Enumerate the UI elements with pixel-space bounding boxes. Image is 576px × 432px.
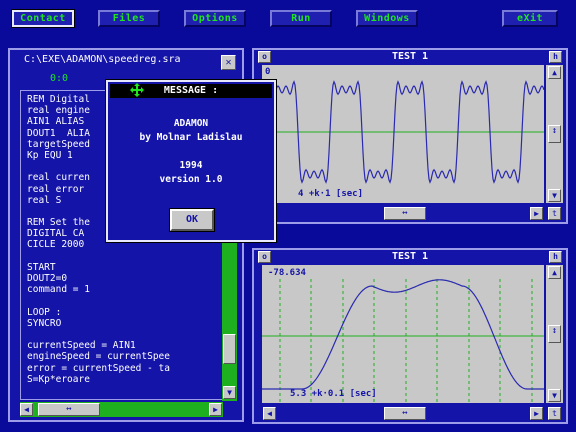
plot-top-canvas[interactable]: 0 4 +k·1 [sec]: [262, 65, 544, 203]
dialog-version: version 1.0: [159, 174, 223, 185]
plot-bottom-t-button[interactable]: t: [548, 407, 561, 420]
move-arrows-icon[interactable]: [130, 83, 144, 97]
dialog-app-name: ADAMON: [173, 118, 209, 129]
menu-options-button[interactable]: Options: [184, 10, 246, 27]
code-line: SYNCRO: [27, 317, 62, 329]
menu-windows-button[interactable]: Windows: [356, 10, 418, 27]
plot-bottom-canvas[interactable]: -78.634 5.3 +k·0.1 [sec]: [262, 265, 544, 403]
scroll-right-icon[interactable]: ▶: [530, 207, 543, 220]
plot-bottom-vertical-thumb[interactable]: ↕: [548, 325, 561, 343]
scroll-up-icon[interactable]: ▲: [548, 266, 561, 279]
code-line: S=Kp*eroare: [27, 373, 90, 385]
close-icon[interactable]: ✕: [221, 55, 236, 70]
code-line: LOOP :: [27, 306, 62, 318]
plot-top-menu-button[interactable]: o: [258, 51, 271, 63]
plot-bottom-trace: [262, 279, 544, 390]
plot-top-t-button[interactable]: t: [548, 207, 561, 220]
plot-top-graph: [262, 80, 544, 184]
scroll-down-icon[interactable]: ▼: [548, 189, 561, 202]
code-line: DOUT2=0: [27, 273, 68, 284]
plot-top-horizontal-thumb[interactable]: ↔: [384, 207, 426, 220]
plot-bottom-vertical-scrollbar[interactable]: ▲ ↕ ▼: [546, 265, 563, 403]
code-line: command = 1: [27, 284, 90, 296]
menu-exit-button[interactable]: eXit: [502, 10, 558, 27]
plot-bottom-readout: -78.634: [268, 268, 306, 278]
plot-bottom-menu-button[interactable]: o: [258, 251, 271, 263]
editor-horizontal-scrollbar[interactable]: ◀ ↔ ▶: [20, 402, 223, 417]
code-line: error = currentSpeed - ta: [27, 362, 170, 374]
plot-bottom-horizontal-thumb[interactable]: ↔: [384, 407, 426, 420]
plot-top-horizontal-scrollbar[interactable]: ◀ ↔ ▶: [262, 206, 544, 221]
scroll-down-icon[interactable]: ▼: [548, 389, 561, 402]
dialog-year: 1994: [179, 160, 203, 171]
menu-files-button[interactable]: Files: [98, 10, 160, 27]
scroll-right-icon[interactable]: ▶: [530, 407, 543, 420]
scroll-left-icon[interactable]: ◀: [263, 407, 276, 420]
plot-top-axis-caption: 4 +k·1 [sec]: [298, 189, 364, 199]
editor-vertical-thumb[interactable]: [223, 334, 236, 364]
plot-top-help-button[interactable]: h: [549, 51, 562, 63]
scroll-down-icon[interactable]: ▼: [223, 386, 236, 399]
ok-button[interactable]: OK: [169, 208, 215, 232]
plot-bottom-horizontal-scrollbar[interactable]: ◀ ↔ ▶: [262, 406, 544, 421]
scroll-right-icon[interactable]: ▶: [209, 403, 222, 416]
plot-bottom-graph: [262, 279, 544, 403]
code-line: engineSpeed = currentSpee: [27, 351, 170, 363]
plot-top-vertical-thumb[interactable]: ↕: [548, 125, 561, 143]
menu-run-button[interactable]: Run: [270, 10, 332, 27]
menu-contact-button[interactable]: Contact: [11, 9, 75, 28]
editor-title: C:\EXE\ADAMON\speedreg.sra: [24, 54, 181, 65]
message-dialog: MESSAGE : ADAMON by Molnar Ladislau 1994…: [105, 79, 277, 243]
cursor-position: 0:0: [50, 73, 69, 84]
plot-bottom-help-button[interactable]: h: [549, 251, 562, 263]
dialog-author: by Molnar Ladislau: [139, 132, 243, 143]
code-line: currentSpeed = AIN1: [27, 340, 136, 352]
plot-bottom-title: TEST 1: [391, 251, 429, 262]
plot-window-bottom: TEST 1 o h -78.634 5.3 +k·0.1 [sec] ▲ ↕ …: [252, 248, 568, 424]
plot-top-vertical-scrollbar[interactable]: ▲ ↕ ▼: [546, 65, 563, 203]
menu-bar: Contact Files Options Run Windows eXit: [0, 0, 576, 38]
plot-window-top: TEST 1 o h 0 4 +k·1 [sec] ▲ ↕ ▼ ◀ ↔ ▶ t: [252, 48, 568, 224]
plot-bottom-axis-caption: 5.3 +k·0.1 [sec]: [290, 389, 377, 399]
scroll-left-icon[interactable]: ◀: [20, 403, 33, 416]
scroll-up-icon[interactable]: ▲: [548, 66, 561, 79]
plot-top-title: TEST 1: [391, 51, 429, 62]
code-line: START: [27, 261, 56, 273]
plot-top-readout: 0: [265, 67, 271, 77]
editor-horizontal-thumb[interactable]: ↔: [38, 403, 100, 416]
